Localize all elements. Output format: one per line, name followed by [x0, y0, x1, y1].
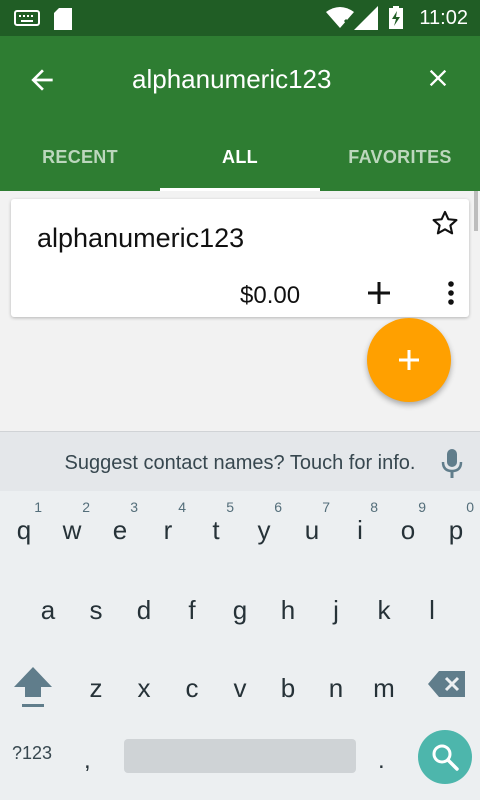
key-label: n: [328, 673, 344, 703]
key-hint: 9: [418, 499, 426, 515]
key-hint: 1: [34, 499, 42, 515]
key-label: u: [304, 515, 320, 545]
key-g[interactable]: g: [216, 571, 264, 631]
key-o[interactable]: o9: [384, 491, 432, 551]
list-item-card[interactable]: alphanumeric123 $0.00: [11, 199, 469, 317]
key-label: s: [89, 595, 103, 625]
scrollbar[interactable]: [474, 191, 478, 231]
comma-key[interactable]: ,: [84, 747, 108, 775]
key-m[interactable]: m: [360, 649, 408, 709]
key-a[interactable]: a: [24, 571, 72, 631]
key-label: y: [257, 515, 271, 545]
suggestion-strip: Suggest contact names? Touch for info.: [0, 431, 480, 492]
key-label: a: [40, 595, 56, 625]
key-r[interactable]: r4: [144, 491, 192, 551]
key-label: c: [185, 673, 199, 703]
key-l[interactable]: l: [408, 571, 456, 631]
app-bar: alphanumeric123 RECENT ALL FAVORITES: [0, 36, 480, 191]
status-bar: 11:02: [0, 0, 480, 36]
key-label: h: [280, 595, 296, 625]
key-label: d: [136, 595, 152, 625]
key-label: j: [333, 595, 339, 625]
key-z[interactable]: z: [72, 649, 120, 709]
signal-icon: [354, 6, 378, 30]
key-label: t: [212, 515, 220, 545]
key-label: l: [429, 595, 435, 625]
key-label: v: [233, 673, 247, 703]
key-f[interactable]: f: [168, 571, 216, 631]
tab-bar: RECENT ALL FAVORITES: [0, 136, 480, 191]
space-bar[interactable]: [124, 739, 356, 773]
key-label: z: [89, 673, 103, 703]
symbols-key[interactable]: ?123: [12, 743, 52, 764]
key-hint: 5: [226, 499, 234, 515]
key-e[interactable]: e3: [96, 491, 144, 551]
item-name: alphanumeric123: [37, 223, 245, 253]
search-icon: [432, 744, 459, 771]
key-hint: 3: [130, 499, 138, 515]
key-j[interactable]: j: [312, 571, 360, 631]
plus-icon[interactable]: [367, 281, 391, 305]
key-label: q: [16, 515, 32, 545]
search-key[interactable]: [418, 730, 472, 784]
key-label: o: [400, 515, 416, 545]
key-hint: 7: [322, 499, 330, 515]
add-fab-button[interactable]: [367, 318, 451, 402]
key-k[interactable]: k: [360, 571, 408, 631]
key-label: k: [377, 595, 391, 625]
key-hint: 2: [82, 499, 90, 515]
key-label: i: [357, 515, 363, 545]
key-label: g: [232, 595, 248, 625]
key-w[interactable]: w2: [48, 491, 96, 551]
on-screen-keyboard: q1w2e3r4t5y6u7i8o9p0 asdfghjkl zxcvbnm ?…: [0, 491, 480, 800]
key-label: r: [163, 515, 173, 545]
key-h[interactable]: h: [264, 571, 312, 631]
key-label: e: [112, 515, 128, 545]
tab-all[interactable]: ALL: [160, 136, 320, 191]
close-icon[interactable]: [424, 64, 452, 92]
mic-icon[interactable]: [440, 448, 464, 480]
key-label: x: [137, 673, 151, 703]
key-v[interactable]: v: [216, 649, 264, 709]
key-p[interactable]: p0: [432, 491, 480, 551]
battery-charging-icon: [389, 6, 403, 29]
keyboard-status-icon: [14, 10, 40, 26]
key-label: b: [280, 673, 296, 703]
clock: 11:02: [419, 7, 468, 29]
key-q[interactable]: q1: [0, 491, 48, 551]
key-n[interactable]: n: [312, 649, 360, 709]
key-d[interactable]: d: [120, 571, 168, 631]
tab-favorites[interactable]: FAVORITES: [320, 136, 480, 191]
search-query-text[interactable]: alphanumeric123: [132, 64, 331, 95]
shift-icon[interactable]: [12, 665, 54, 709]
key-t[interactable]: t5: [192, 491, 240, 551]
key-s[interactable]: s: [72, 571, 120, 631]
sd-card-icon: [54, 8, 72, 30]
key-b[interactable]: b: [264, 649, 312, 709]
key-u[interactable]: u7: [288, 491, 336, 551]
key-hint: 8: [370, 499, 378, 515]
star-outline-icon[interactable]: [431, 209, 459, 237]
key-y[interactable]: y6: [240, 491, 288, 551]
key-label: m: [373, 673, 395, 703]
key-hint: 6: [274, 499, 282, 515]
tab-recent[interactable]: RECENT: [0, 136, 160, 191]
key-c[interactable]: c: [168, 649, 216, 709]
wifi-icon: [326, 7, 354, 29]
key-label: w: [62, 515, 82, 545]
key-hint: 0: [466, 499, 474, 515]
key-label: f: [188, 595, 196, 625]
plus-icon: [399, 350, 419, 370]
backspace-icon[interactable]: [427, 669, 467, 699]
key-i[interactable]: i8: [336, 491, 384, 551]
period-key[interactable]: .: [378, 747, 385, 775]
key-x[interactable]: x: [120, 649, 168, 709]
key-label: p: [448, 515, 464, 545]
item-price: $0.00: [240, 282, 301, 309]
suggestion-text[interactable]: Suggest contact names? Touch for info.: [0, 452, 480, 475]
key-hint: 4: [178, 499, 186, 515]
back-arrow-icon[interactable]: [26, 64, 58, 96]
more-vert-icon[interactable]: [441, 279, 461, 309]
